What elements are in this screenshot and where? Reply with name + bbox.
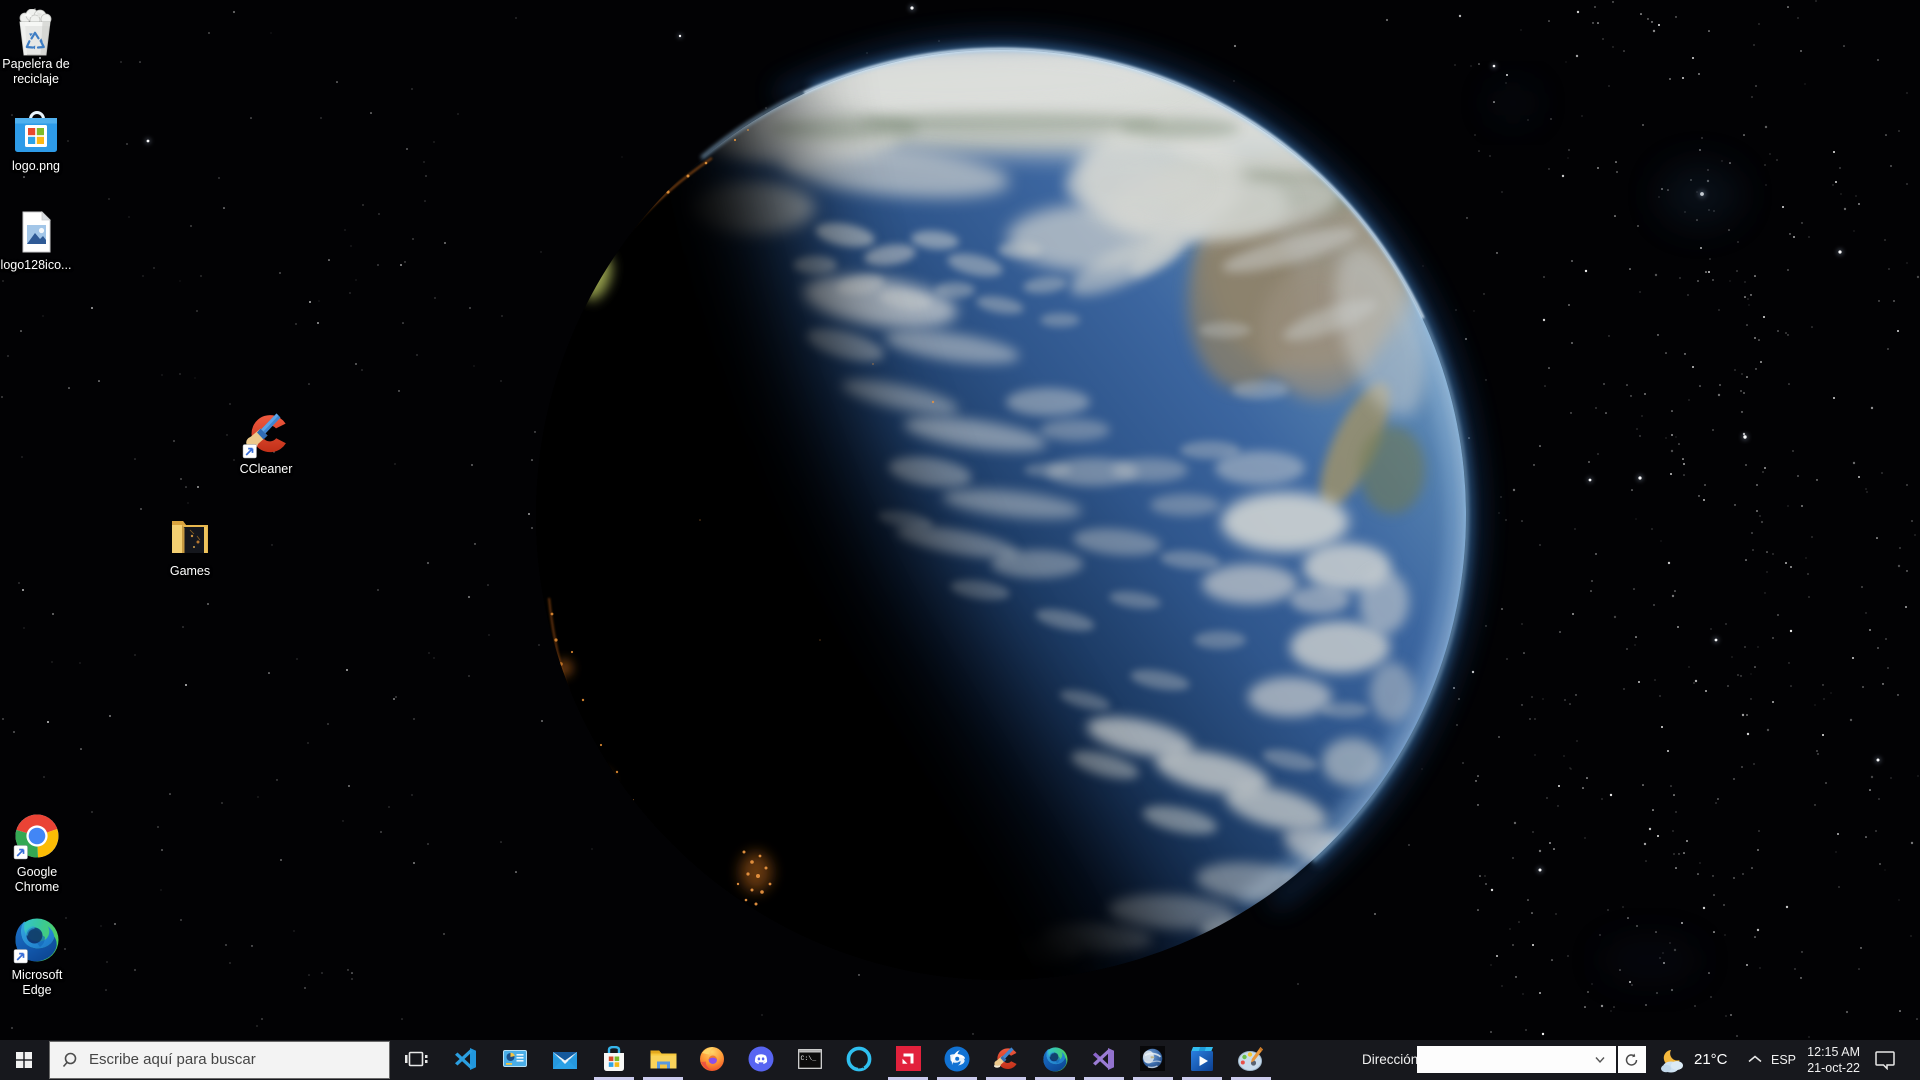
svg-text:C:\_: C:\_ <box>801 1055 817 1062</box>
